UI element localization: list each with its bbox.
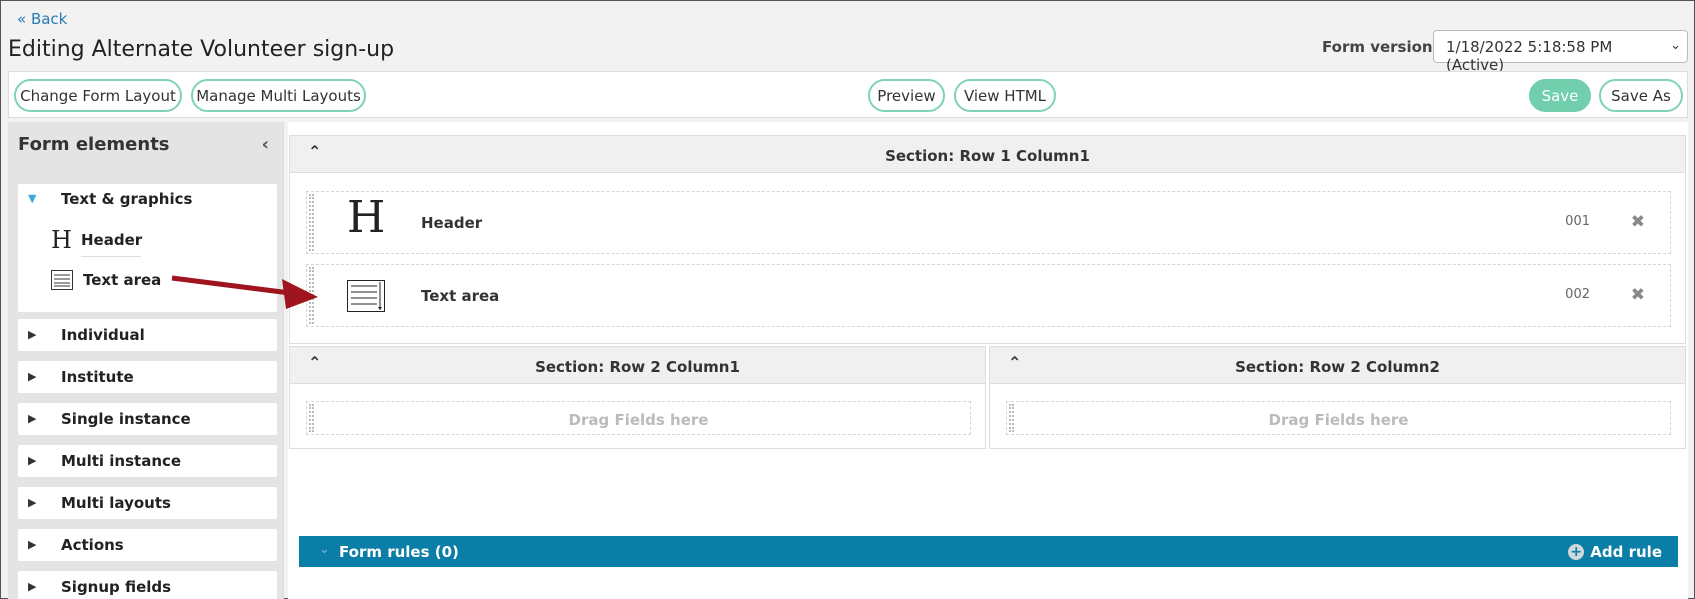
form-version-select[interactable]: 1/18/2022 5:18:58 PM (Active) ⌄ bbox=[1433, 30, 1688, 74]
header-icon: H bbox=[51, 226, 72, 254]
drop-zone[interactable]: Drag Fields here bbox=[1006, 401, 1671, 435]
field-label: Text area bbox=[421, 287, 500, 305]
back-link[interactable]: « Back bbox=[17, 10, 67, 28]
text-area-icon bbox=[347, 280, 385, 312]
triangle-right-icon: ▶ bbox=[28, 538, 37, 551]
page-title: Editing Alternate Volunteer sign-up bbox=[8, 37, 395, 62]
chevron-down-icon[interactable]: ⌄ bbox=[319, 542, 330, 557]
form-version-label: Form version bbox=[1322, 38, 1433, 56]
section-row2-col2: ⌃ Section: Row 2 Column2 Drag Fields her… bbox=[989, 346, 1686, 449]
chevron-down-icon: ⌄ bbox=[1670, 38, 1681, 53]
section-header: ⌃ Section: Row 2 Column1 bbox=[290, 347, 985, 384]
triangle-right-icon: ▶ bbox=[28, 328, 37, 341]
section-row2-col1: ⌃ Section: Row 2 Column1 Drag Fields her… bbox=[289, 346, 986, 449]
change-form-layout-button[interactable]: Change Form Layout bbox=[14, 79, 182, 112]
element-label: Text area bbox=[83, 271, 162, 289]
section-title: Section: Row 2 Column2 bbox=[1235, 358, 1440, 376]
category-label: Actions bbox=[61, 536, 124, 554]
form-elements-sidebar: Form elements ‹ ▼ Text & graphics H Head… bbox=[8, 122, 284, 599]
section-header: ⌃ Section: Row 2 Column2 bbox=[990, 347, 1685, 384]
section-header: ⌃ Section: Row 1 Column1 bbox=[290, 136, 1685, 173]
category-multi-instance[interactable]: ▶ Multi instance bbox=[18, 445, 277, 477]
toolbar: Change Form Layout Manage Multi Layouts … bbox=[8, 71, 1688, 118]
add-rule-label: Add rule bbox=[1590, 543, 1662, 561]
element-text-area[interactable]: Text area bbox=[51, 270, 161, 290]
category-multi-layouts[interactable]: ▶ Multi layouts bbox=[18, 487, 277, 519]
category-label: Single instance bbox=[61, 410, 191, 428]
category-single-instance[interactable]: ▶ Single instance bbox=[18, 403, 277, 435]
preview-button[interactable]: Preview bbox=[868, 79, 945, 112]
delete-icon[interactable]: ✖ bbox=[1631, 212, 1645, 232]
field-number: 001 bbox=[1565, 214, 1590, 229]
drop-zone-text: Drag Fields here bbox=[1268, 411, 1409, 429]
header-icon: H bbox=[347, 192, 386, 243]
collapse-sidebar-icon[interactable]: ‹ bbox=[262, 134, 269, 155]
triangle-right-icon: ▶ bbox=[28, 370, 37, 383]
save-as-button[interactable]: Save As bbox=[1599, 79, 1683, 112]
annotation-arrow-icon bbox=[171, 275, 318, 309]
category-actions[interactable]: ▶ Actions bbox=[18, 529, 277, 561]
drop-zone-text: Drag Fields here bbox=[568, 411, 709, 429]
form-rules-bar[interactable]: ⌄ Form rules (0) + Add rule bbox=[299, 536, 1678, 567]
element-header[interactable]: H Header bbox=[51, 226, 142, 254]
category-label: Text & graphics bbox=[61, 190, 193, 208]
drag-handle[interactable] bbox=[309, 194, 314, 251]
category-label: Signup fields bbox=[61, 578, 172, 596]
form-version-value: 1/18/2022 5:18:58 PM (Active) bbox=[1446, 38, 1613, 74]
field-number: 002 bbox=[1565, 287, 1590, 302]
field-label: Header bbox=[421, 214, 483, 232]
sidebar-title: Form elements bbox=[18, 134, 170, 155]
element-label: Header bbox=[81, 231, 143, 249]
triangle-right-icon: ▶ bbox=[28, 580, 37, 593]
section-row1-col1: ⌃ Section: Row 1 Column1 H Header 001 ✖ … bbox=[289, 135, 1686, 344]
plus-circle-icon: + bbox=[1568, 544, 1585, 560]
add-rule-button[interactable]: + Add rule bbox=[1568, 543, 1662, 561]
triangle-right-icon: ▶ bbox=[28, 454, 37, 467]
divider bbox=[81, 256, 141, 257]
delete-icon[interactable]: ✖ bbox=[1631, 285, 1645, 305]
manage-multi-layouts-button[interactable]: Manage Multi Layouts bbox=[191, 79, 366, 112]
category-label: Multi instance bbox=[61, 452, 182, 470]
triangle-down-icon: ▼ bbox=[28, 192, 37, 205]
category-label: Multi layouts bbox=[61, 494, 171, 512]
category-label: Institute bbox=[61, 368, 134, 386]
drop-zone[interactable]: Drag Fields here bbox=[306, 401, 971, 435]
section-title: Section: Row 1 Column1 bbox=[885, 147, 1090, 165]
view-html-button[interactable]: View HTML bbox=[954, 79, 1056, 112]
category-label: Individual bbox=[61, 326, 145, 344]
form-rules-title: Form rules (0) bbox=[339, 543, 459, 561]
section-title: Section: Row 2 Column1 bbox=[535, 358, 740, 376]
save-button[interactable]: Save bbox=[1529, 79, 1591, 112]
category-individual[interactable]: ▶ Individual bbox=[18, 319, 277, 351]
triangle-right-icon: ▶ bbox=[28, 496, 37, 509]
category-signup-fields[interactable]: ▶ Signup fields bbox=[18, 571, 277, 599]
text-area-icon bbox=[51, 270, 73, 290]
category-institute[interactable]: ▶ Institute bbox=[18, 361, 277, 393]
triangle-right-icon: ▶ bbox=[28, 412, 37, 425]
form-field-text-area[interactable]: Text area 002 ✖ bbox=[306, 264, 1671, 327]
form-field-header[interactable]: H Header 001 ✖ bbox=[306, 191, 1671, 254]
form-canvas: ⌃ Section: Row 1 Column1 H Header 001 ✖ … bbox=[288, 122, 1688, 599]
